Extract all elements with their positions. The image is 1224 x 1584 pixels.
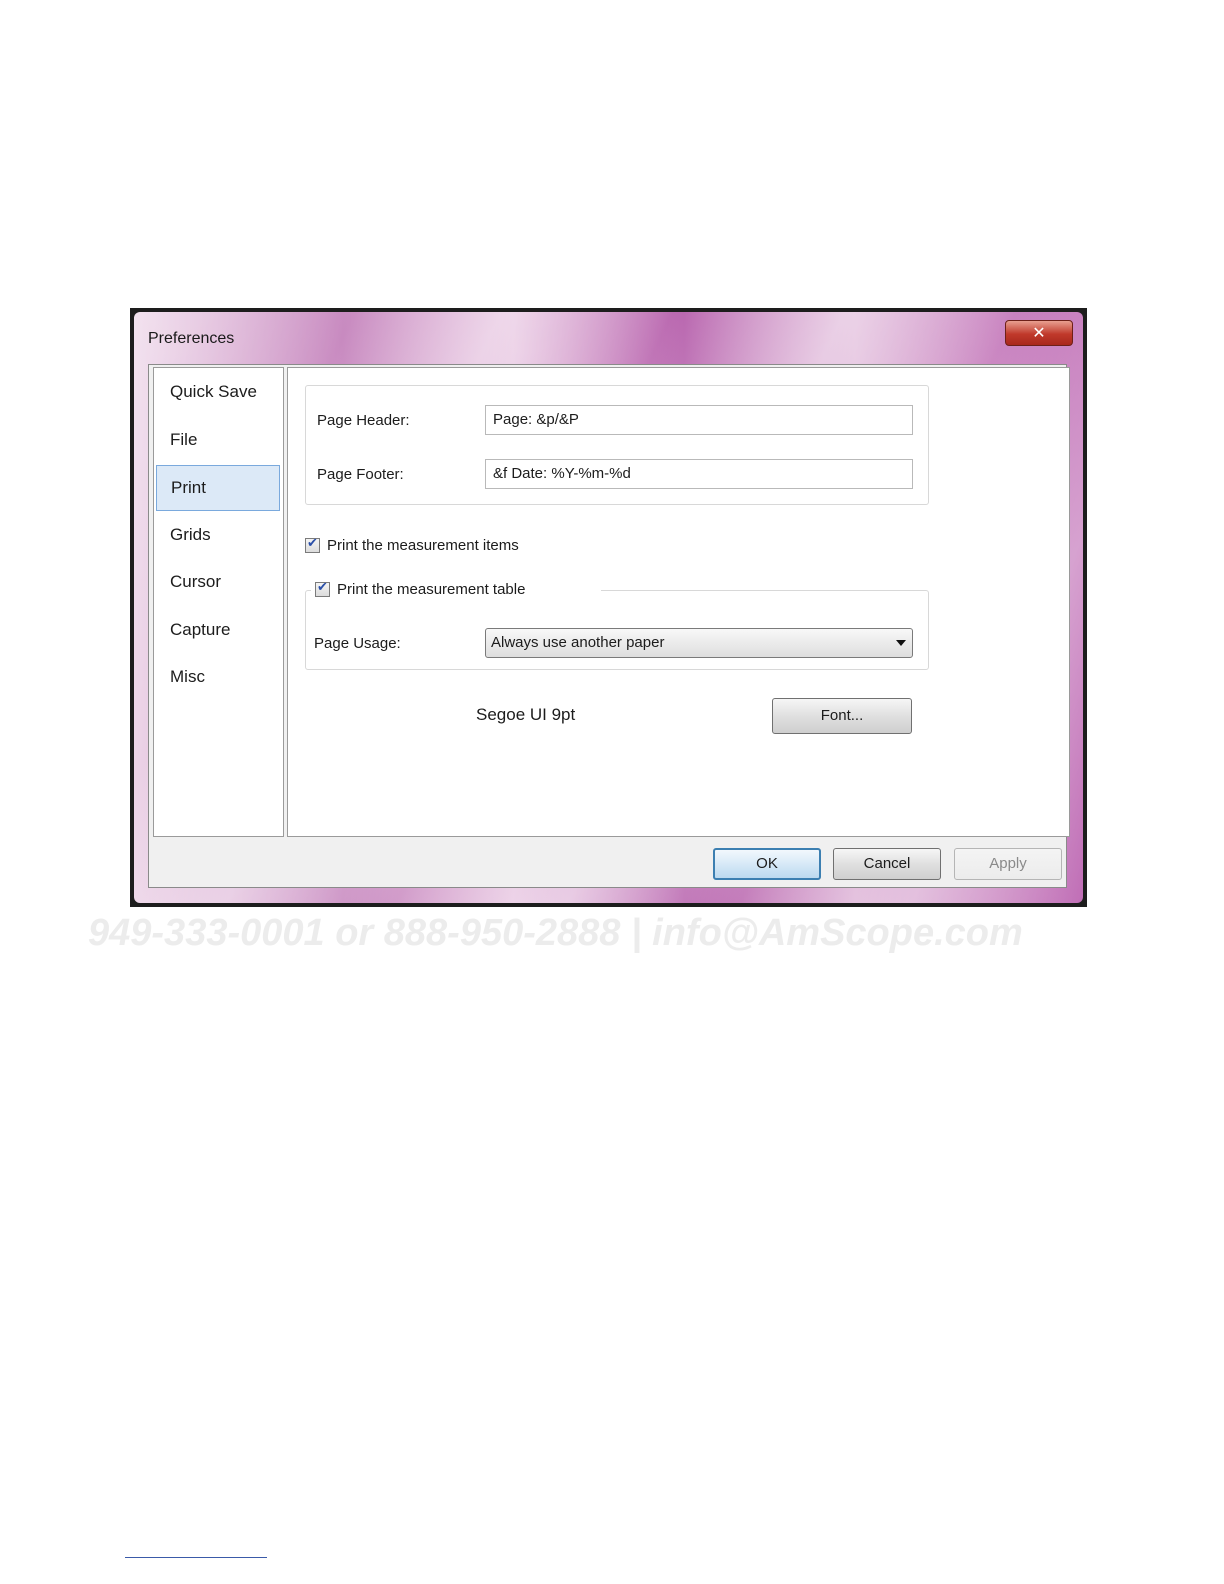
nav-item-capture[interactable]: Capture xyxy=(156,608,280,654)
font-display-text: Segoe UI 9pt xyxy=(476,705,576,724)
chevron-down-icon xyxy=(896,640,906,646)
checkmark-icon: ✔ xyxy=(317,580,328,595)
nav-item-file[interactable]: File xyxy=(156,418,280,464)
nav-item-cursor[interactable]: Cursor xyxy=(156,560,280,606)
print-measurement-table-checkbox[interactable]: ✔ xyxy=(315,580,330,597)
close-icon: ✕ xyxy=(1032,323,1046,342)
window-title: Preferences xyxy=(148,330,235,347)
print-measurement-items-checkbox[interactable]: ✔ xyxy=(305,536,320,553)
page-header-input[interactable]: Page: &p/&P xyxy=(485,405,913,435)
header-footer-group: Page Header: Page: &p/&P Page Footer: &f… xyxy=(305,385,929,505)
page-footer-input[interactable]: &f Date: %Y-%m-%d xyxy=(485,459,913,489)
close-button[interactable]: ✕ xyxy=(1005,320,1073,346)
print-settings-panel: Page Header: Page: &p/&P Page Footer: &f… xyxy=(287,367,1070,837)
title-bar[interactable]: Preferences ✕ xyxy=(134,312,1083,364)
checkmark-icon: ✔ xyxy=(307,536,318,551)
font-button[interactable]: Font... xyxy=(772,698,912,734)
print-measurement-items-label[interactable]: Print the measurement items xyxy=(327,537,519,554)
category-list: Quick Save File Print Grids Cursor Captu… xyxy=(153,367,284,837)
dialog-client-area: Quick Save File Print Grids Cursor Captu… xyxy=(148,364,1070,888)
window-frame: Preferences ✕ Quick Save File Print Grid… xyxy=(134,312,1083,903)
print-measurement-table-label[interactable]: Print the measurement table xyxy=(337,581,525,598)
page-usage-label: Page Usage: xyxy=(314,635,401,652)
cancel-button[interactable]: Cancel xyxy=(833,848,941,880)
ok-button[interactable]: OK xyxy=(713,848,821,880)
preferences-dialog: Preferences ✕ Quick Save File Print Grid… xyxy=(130,308,1087,907)
page-header-label: Page Header: xyxy=(317,412,410,429)
page-footer-label: Page Footer: xyxy=(317,466,404,483)
nav-item-quick-save[interactable]: Quick Save xyxy=(156,370,280,416)
page-usage-select[interactable]: Always use another paper xyxy=(485,628,913,658)
apply-button[interactable]: Apply xyxy=(954,848,1062,880)
watermark-text: 949-333-0001 or 888-950-2888 | info@AmSc… xyxy=(88,912,1023,954)
nav-item-misc[interactable]: Misc xyxy=(156,655,280,701)
nav-item-grids[interactable]: Grids xyxy=(156,513,280,559)
footer-rule xyxy=(125,1557,267,1558)
page-usage-value: Always use another paper xyxy=(491,634,665,651)
nav-item-print[interactable]: Print xyxy=(156,465,280,511)
